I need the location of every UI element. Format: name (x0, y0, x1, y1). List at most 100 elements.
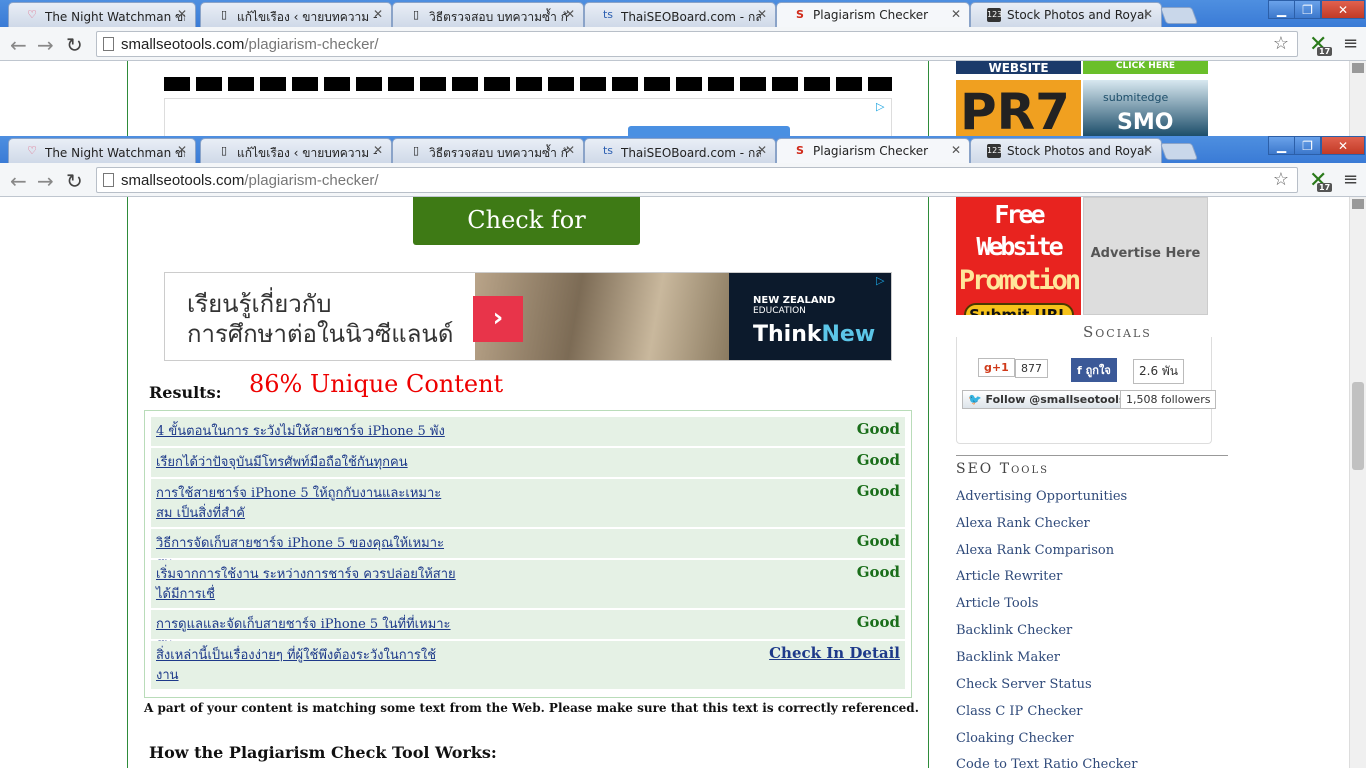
scroll-up-arrow-icon[interactable] (1352, 199, 1364, 209)
submitedge-banner[interactable]: submitedge SMO (1083, 80, 1208, 136)
result-query-link[interactable]: เรียกได้ว่าปัจจุบันมีโทรศัพท์มือถือใช้กั… (156, 453, 456, 473)
tab-strip: ♡The Night Watchman ของดี✕ ▯แก้ไขเรือง ‹… (0, 136, 1366, 163)
tab-close-icon[interactable]: ✕ (951, 143, 961, 157)
menu-icon[interactable]: ≡ (1343, 33, 1358, 54)
extension-icon[interactable]: ✕ 17 (1309, 168, 1333, 193)
scrollbar[interactable] (1349, 61, 1366, 136)
reload-icon[interactable]: ↻ (66, 33, 83, 57)
result-query-link[interactable]: 4 ขั้นตอนในการ ระวังไม่ให้สายชาร์จ iPhon… (156, 422, 456, 442)
tab-close-icon[interactable]: ✕ (1143, 7, 1153, 21)
close-button[interactable]: ✕ (1321, 136, 1365, 155)
tab-close-icon[interactable]: ✕ (177, 143, 187, 157)
website-banner[interactable]: WEBSITE (956, 61, 1081, 75)
tab-plagiarism-checker[interactable]: S Plagiarism Checker ✕ (776, 138, 970, 163)
results-table: 4 ขั้นตอนในการ ระวังไม่ให้สายชาร์จ iPhon… (144, 410, 912, 698)
seo-tool-link[interactable]: Code to Text Ratio Checker (956, 757, 1137, 768)
ad-button[interactable] (628, 126, 790, 136)
scroll-up-arrow-icon[interactable] (1352, 63, 1364, 73)
google-plus-button[interactable]: g+1 (978, 358, 1015, 377)
forward-arrow-icon[interactable]: → (37, 33, 54, 57)
promo-line-1: Free Website (976, 200, 1063, 261)
back-arrow-icon[interactable]: ← (10, 169, 27, 193)
submit-url-button[interactable]: Submit URL (963, 303, 1074, 315)
tab-edit-article[interactable]: ▯ แก้ไขเรือง ‹ ขายบทความ — ✕ (200, 2, 392, 27)
adchoices-icon[interactable]: ▷ (876, 274, 890, 287)
new-tab-button[interactable] (1159, 7, 1199, 24)
advertise-here-box[interactable]: Advertise Here (1083, 197, 1208, 315)
menu-icon[interactable]: ≡ (1343, 169, 1358, 190)
reload-icon[interactable]: ↻ (66, 169, 83, 193)
seo-tool-link[interactable]: Backlink Checker (956, 623, 1072, 638)
tab-thaiseoboard[interactable]: ts ThaiSEOBoard.com - กลยุท✕ (584, 138, 776, 163)
tab-check-duplicate[interactable]: ▯ วิธีตรวจสอบ บทความซ้ำ กันห ✕ (392, 2, 584, 27)
tab-close-icon[interactable]: ✕ (1143, 143, 1153, 157)
seo-tool-link[interactable]: Article Rewriter (956, 569, 1062, 584)
tab-stock-photos[interactable]: 123 Stock Photos and Royalty ✕ (970, 2, 1162, 27)
nz-line-1: NEW ZEALAND (753, 295, 836, 306)
check-for-plagiarism-button[interactable]: Check for Plagiarism (413, 197, 640, 280)
result-query-link[interactable]: เริ่มจากการใช้งาน ระหว่างการชาร์จ ควรปล่… (156, 565, 456, 605)
nz-education-ad[interactable]: เรียนรู้เกี่ยวกับ การศึกษาต่อในนิวซีแลนด์… (164, 272, 892, 361)
facebook-like-button[interactable]: f ถูกใจ (1071, 358, 1117, 382)
minimize-button[interactable]: ▁ (1268, 136, 1295, 155)
adchoices-icon[interactable]: ▷ (876, 100, 890, 113)
tab-close-icon[interactable]: ✕ (565, 7, 575, 21)
tab-night-watchman[interactable]: ♡ The Night Watchman ของดี✕ (8, 2, 196, 27)
free-website-promotion-banner[interactable]: Free Website Promotion Submit URL (956, 197, 1081, 315)
tab-close-icon[interactable]: ✕ (373, 143, 383, 157)
address-bar[interactable]: smallseotools.com/plagiarism-checker/ ☆ (96, 31, 1298, 57)
tab-close-icon[interactable]: ✕ (951, 7, 961, 21)
forward-arrow-icon[interactable]: → (37, 169, 54, 193)
close-button[interactable]: ✕ (1321, 0, 1365, 19)
tab-title: Stock Photos and Royalty (1007, 8, 1147, 22)
seo-tool-link[interactable]: Class C IP Checker (956, 704, 1083, 719)
tab-close-icon[interactable]: ✕ (757, 7, 767, 21)
back-arrow-icon[interactable]: ← (10, 33, 27, 57)
tab-check-duplicate[interactable]: ▯ วิธีตรวจสอบ บทความซ้ำ กันห ✕ (392, 138, 584, 163)
nz-education-logo: NEW ZEALAND EDUCATION ThinkNew (729, 273, 891, 360)
thaiseo-favicon-icon: ts (602, 8, 614, 21)
result-status: Good (856, 563, 900, 581)
browser-window-back: ♡The Night Watchman ของดี✕ ▯แก้ไขเรือง ‹… (0, 0, 1366, 136)
new-tab-button[interactable] (1159, 143, 1199, 160)
tab-thaiseoboard[interactable]: ts ThaiSEOBoard.com - กลยุท✕ (584, 2, 776, 27)
tab-close-icon[interactable]: ✕ (177, 7, 187, 21)
restore-button[interactable]: ❐ (1294, 136, 1321, 155)
seo-tool-link[interactable]: Alexa Rank Comparison (956, 543, 1114, 558)
tab-edit-article[interactable]: ▯ แก้ไขเรือง ‹ ขายบทความ — ✕ (200, 138, 392, 163)
pr7-banner[interactable]: PR7 (956, 80, 1081, 136)
google-plus-count: 877 (1015, 359, 1048, 378)
seo-tool-link[interactable]: Check Server Status (956, 677, 1092, 692)
click-here-banner[interactable]: CLICK HERE (1083, 61, 1208, 74)
minimize-button[interactable]: ▁ (1268, 0, 1295, 19)
result-query-link[interactable]: สิ่งเหล่านี้เป็นเรื่องง่ายๆ ที่ผู้ใช้พึง… (156, 646, 456, 686)
scrollbar[interactable] (1349, 197, 1366, 768)
tab-close-icon[interactable]: ✕ (373, 7, 383, 21)
tab-stock-photos[interactable]: 123 Stock Photos and Royalty ✕ (970, 138, 1162, 163)
tab-close-icon[interactable]: ✕ (757, 143, 767, 157)
result-query-link[interactable]: การใช้สายชาร์จ iPhone 5 ให้ถูกกับงานและเ… (156, 484, 456, 524)
seo-tool-link[interactable]: Advertising Opportunities (956, 489, 1127, 504)
twitter-follow-button[interactable]: 🐦 Follow @smallseotools (962, 390, 1132, 409)
tab-plagiarism-checker[interactable]: S Plagiarism Checker ✕ (776, 2, 970, 27)
seo-tool-link[interactable]: Article Tools (956, 596, 1038, 611)
seo-tool-link[interactable]: Backlink Maker (956, 650, 1060, 665)
unique-content-score: 86% Unique Content (249, 370, 504, 398)
tab-close-icon[interactable]: ✕ (565, 143, 575, 157)
bookmark-star-icon[interactable]: ☆ (1273, 33, 1289, 54)
tab-title: Plagiarism Checker (813, 8, 929, 22)
seo-tool-link[interactable]: Alexa Rank Checker (956, 516, 1090, 531)
facebook-icon: f (1077, 364, 1086, 377)
scrollbar-thumb[interactable] (1352, 382, 1364, 470)
results-label: Results: (149, 383, 222, 402)
new-text: New (821, 322, 876, 347)
bookmark-star-icon[interactable]: ☆ (1273, 169, 1289, 190)
extension-icon[interactable]: ✕ 17 (1309, 32, 1333, 57)
tab-night-watchman[interactable]: ♡ The Night Watchman ของดี✕ (8, 138, 196, 163)
result-row: 4 ขั้นตอนในการ ระวังไม่ให้สายชาร์จ iPhon… (151, 417, 905, 446)
restore-button[interactable]: ❐ (1294, 0, 1321, 19)
seo-tool-link[interactable]: Cloaking Checker (956, 731, 1074, 746)
address-bar[interactable]: smallseotools.com/plagiarism-checker/ ☆ (96, 167, 1298, 193)
ad-arrow-icon[interactable]: › (473, 296, 523, 342)
check-in-detail-link[interactable]: Check In Detail (769, 644, 900, 662)
